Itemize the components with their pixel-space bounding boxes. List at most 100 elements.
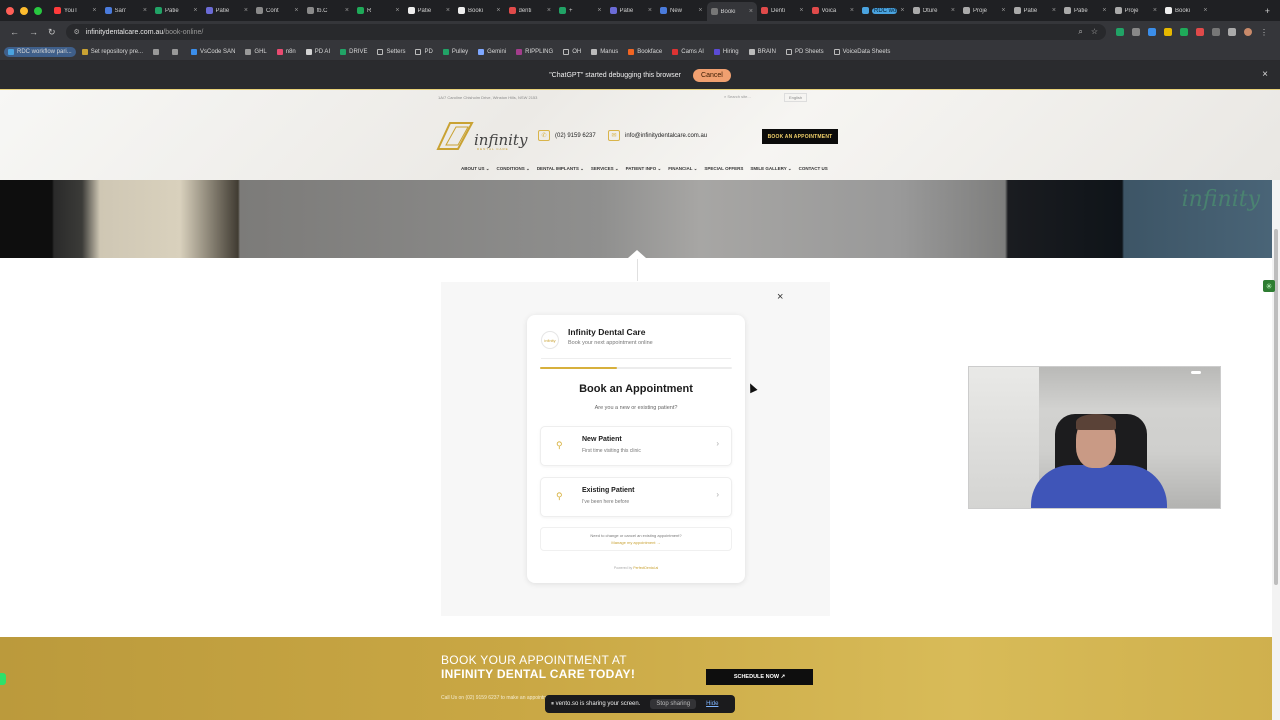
tab-close-icon[interactable]: × [496, 7, 500, 14]
browser-tab[interactable]: Patie × [151, 2, 202, 19]
tab-close-icon[interactable]: × [395, 7, 399, 14]
site-search-input[interactable]: ⌕ Search site... [724, 94, 751, 99]
extension-icon[interactable] [1180, 28, 1188, 36]
browser-tab[interactable]: Voica × [808, 2, 859, 19]
bookmark-item[interactable] [149, 47, 166, 57]
nav-item[interactable]: CONTACT US [799, 166, 828, 172]
extension-icon[interactable] [1116, 28, 1124, 36]
tab-close-icon[interactable]: × [294, 7, 298, 14]
extension-icon[interactable] [1212, 28, 1220, 36]
book-appointment-button[interactable]: BOOK AN APPOINTMENT [762, 129, 838, 144]
bookmark-item[interactable]: BRAIN [745, 47, 780, 57]
nav-item[interactable]: CONDITIONS ⌄ [497, 166, 530, 172]
browser-tab[interactable]: Booki × [1161, 2, 1212, 19]
powered-by-link[interactable]: PerfectDental.ai [633, 566, 658, 570]
tab-close-icon[interactable]: × [597, 7, 601, 14]
browser-tab[interactable]: Proje × [1111, 2, 1162, 19]
bookmark-folder[interactable]: Setters [373, 47, 409, 57]
browser-tab[interactable]: Denti × [757, 2, 808, 19]
browser-tab[interactable]: New × [656, 2, 707, 19]
nav-item[interactable]: SERVICES ⌄ [591, 166, 619, 172]
browser-tab[interactable]: Booki × [706, 2, 757, 21]
browser-tab[interactable]: Cont × [252, 2, 303, 19]
bookmark-star-icon[interactable]: ☆ [1091, 27, 1098, 37]
tab-close-icon[interactable]: × [92, 7, 96, 14]
bookmark-item[interactable]: Gemini [474, 47, 510, 57]
hide-sharing-button[interactable]: Hide [706, 701, 718, 707]
language-select[interactable]: English [784, 93, 808, 102]
tab-close-icon[interactable]: × [799, 7, 803, 14]
existing-patient-option[interactable]: ⚲ Existing Patient I've been here before… [540, 477, 732, 517]
tab-close-icon[interactable]: × [1153, 7, 1157, 14]
close-icon[interactable]: × [777, 291, 783, 303]
bookmark-item[interactable]: n8n [273, 47, 300, 57]
nav-item[interactable]: DENTAL IMPLANTS ⌄ [537, 166, 584, 172]
tab-close-icon[interactable]: × [1102, 7, 1106, 14]
puzzle-icon[interactable] [1228, 28, 1236, 36]
browser-tab[interactable]: Proje × [959, 2, 1010, 19]
close-infobar-icon[interactable]: × [1262, 69, 1268, 80]
bookmark-item[interactable]: Cams AI [668, 47, 708, 57]
bookmark-item[interactable]: RIPPLING [512, 47, 557, 57]
bookmark-item[interactable]: GHL [241, 47, 270, 57]
browser-tab[interactable]: Booki × [454, 2, 505, 19]
tab-close-icon[interactable]: × [648, 7, 652, 14]
bookmark-item[interactable]: Manus [587, 47, 622, 57]
bookmark-folder[interactable]: VoiceData Sheets [830, 47, 895, 57]
bookmark-item[interactable]: RDC workflow pari... [4, 46, 76, 57]
manage-appointment-link[interactable]: Manage my appointment → [541, 540, 731, 545]
browser-tab[interactable]: denti × [505, 2, 556, 19]
bookmark-item[interactable] [168, 47, 185, 57]
browser-tab[interactable]: Patie × [606, 2, 657, 19]
browser-tab[interactable]: Patie × [1060, 2, 1111, 19]
bookmark-folder[interactable]: PD [411, 47, 436, 57]
bookmark-item[interactable]: Hiring [710, 47, 743, 57]
tab-close-icon[interactable]: × [698, 7, 702, 14]
tab-close-icon[interactable]: × [193, 7, 197, 14]
address-bar[interactable]: ⚙ infinitydentalcare.com.au/book-online/… [65, 24, 1106, 40]
maximize-window-button[interactable] [34, 6, 42, 15]
bookmark-item[interactable]: PD AI [302, 47, 334, 57]
bookmark-folder[interactable]: PD Sheets [782, 47, 828, 57]
browser-tab[interactable]: + × [555, 2, 606, 19]
browser-tab[interactable]: Oture × [909, 2, 960, 19]
minimize-window-button[interactable] [20, 6, 28, 15]
schedule-now-button[interactable]: SCHEDULE NOW ↗ [706, 669, 813, 685]
nav-item[interactable]: SMILE GALLERY ⌄ [750, 166, 791, 172]
bookmark-item[interactable]: VsCode SAN [187, 47, 239, 57]
browser-tab[interactable]: Patie × [202, 2, 253, 19]
tab-close-icon[interactable]: × [446, 7, 450, 14]
extension-icon[interactable] [1132, 28, 1140, 36]
bookmark-item[interactable]: Bookface [624, 47, 666, 57]
browser-tab[interactable]: Patie × [404, 2, 455, 19]
extension-icon[interactable] [1148, 28, 1156, 36]
phone-contact[interactable]: ✆ (02) 9159 6237 [538, 130, 596, 141]
tab-close-icon[interactable]: × [1052, 7, 1056, 14]
tab-close-icon[interactable]: × [547, 7, 551, 14]
tab-close-icon[interactable]: × [1203, 7, 1207, 14]
close-window-button[interactable] [6, 6, 14, 15]
nav-item[interactable]: PATIENT INFO ⌄ [626, 166, 662, 172]
email-contact[interactable]: ✉ info@infinitydentalcare.com.au [608, 130, 707, 141]
tab-close-icon[interactable]: × [951, 7, 955, 14]
browser-tab[interactable]: Patie × [1010, 2, 1061, 19]
bookmark-item[interactable]: Set repository pre... [78, 47, 147, 57]
menu-kebab-icon[interactable]: ⋮ [1260, 28, 1268, 37]
stop-sharing-button[interactable]: Stop sharing [650, 699, 697, 709]
bookmark-item[interactable]: Pulley [439, 47, 472, 57]
cancel-debugging-button[interactable]: Cancel [693, 68, 731, 82]
url-text[interactable]: infinitydentalcare.com.au/book-online/ [86, 29, 204, 36]
browser-tab[interactable]: RDC workflow× [858, 2, 909, 19]
tab-close-icon[interactable]: × [345, 7, 349, 14]
tab-close-icon[interactable]: × [244, 7, 248, 14]
nav-item[interactable]: SPECIAL OFFERS [704, 166, 743, 172]
floating-side-tab[interactable] [0, 673, 6, 685]
forward-icon[interactable]: → [29, 27, 38, 38]
browser-tab[interactable]: YouT × [50, 2, 101, 19]
new-tab-button[interactable]: + [1265, 6, 1270, 16]
bookmark-item[interactable]: DRIVE [336, 47, 371, 57]
zoom-icon[interactable]: ⌕ [1078, 27, 1082, 37]
tab-close-icon[interactable]: × [900, 7, 904, 14]
new-patient-option[interactable]: ⚲ New Patient First time visiting this c… [540, 426, 732, 466]
tab-close-icon[interactable]: × [143, 7, 147, 14]
